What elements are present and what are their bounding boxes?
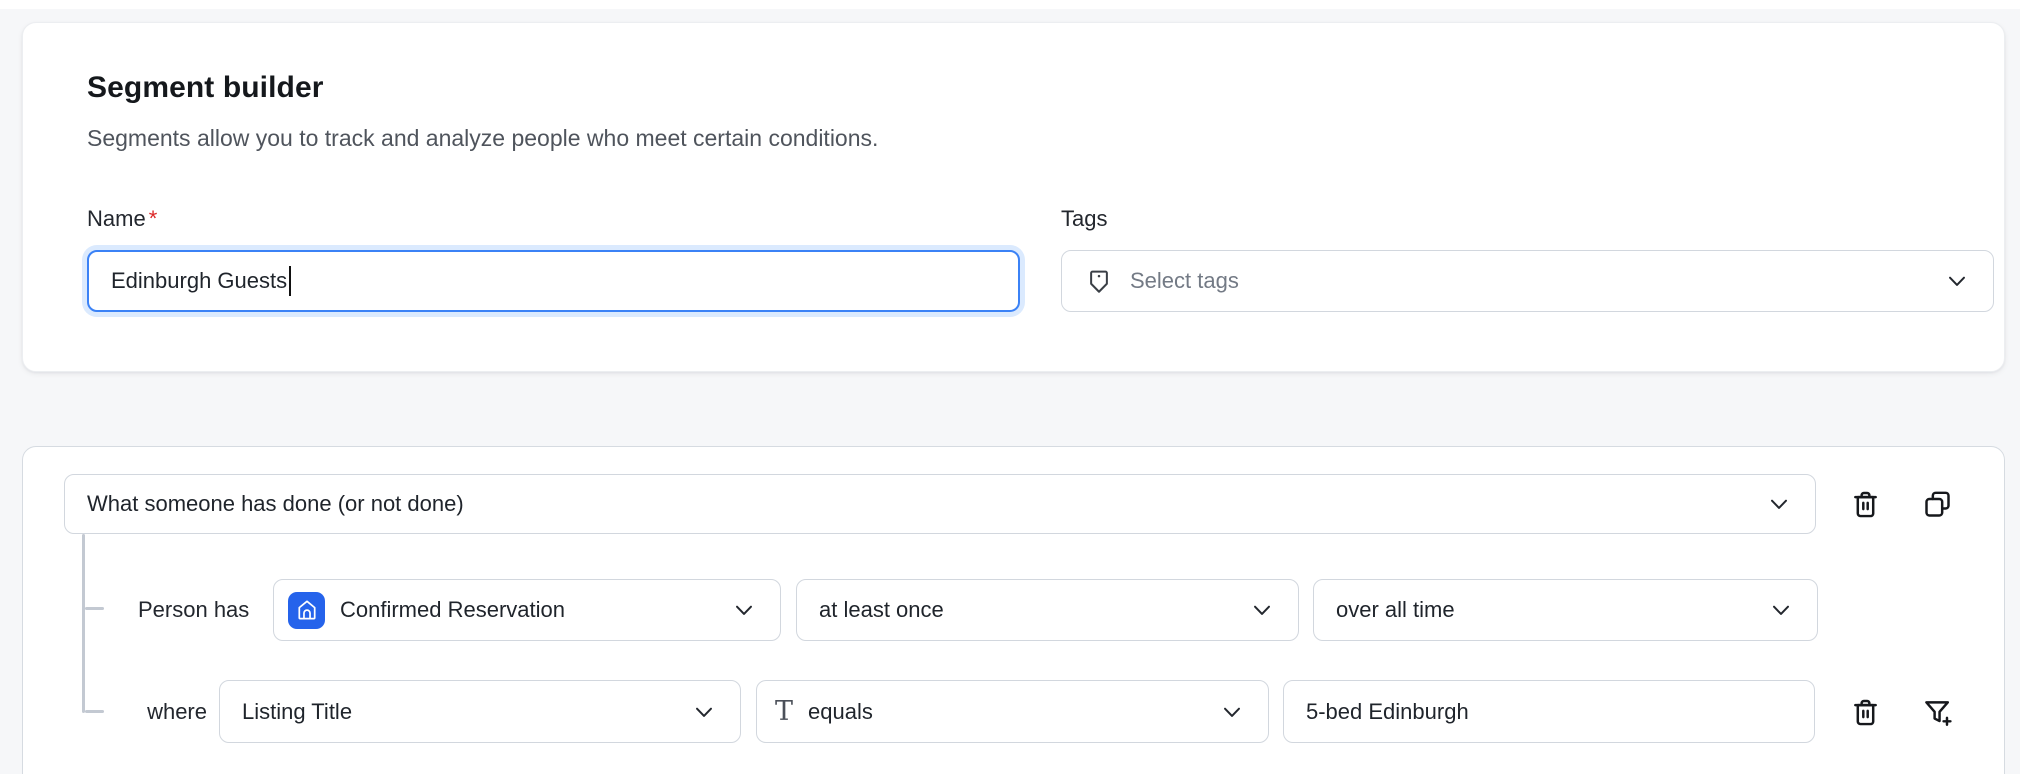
page-title: Segment builder: [87, 71, 324, 105]
chevron-down-icon: [730, 596, 758, 624]
house-icon: [288, 592, 325, 629]
top-divider: [0, 0, 2020, 9]
filter-value-input[interactable]: 5-bed Edinburgh: [1283, 680, 1815, 743]
trash-icon: [1849, 696, 1882, 729]
name-input[interactable]: Edinburgh Guests: [87, 250, 1020, 312]
tree-connector-branch: [85, 710, 104, 713]
time-window-value: over all time: [1336, 597, 1455, 623]
segment-builder-screen: Segment builder Segments allow you to tr…: [0, 0, 2020, 774]
page-subtitle: Segments allow you to track and analyze …: [87, 125, 878, 152]
property-select-value: Listing Title: [242, 699, 352, 725]
chevron-down-icon: [1248, 596, 1276, 624]
tags-label: Tags: [1061, 206, 1107, 232]
tags-placeholder: Select tags: [1130, 268, 1239, 294]
segment-details-card: Segment builder Segments allow you to tr…: [22, 22, 2005, 372]
time-window-select[interactable]: over all time: [1313, 579, 1818, 641]
tags-label-text: Tags: [1061, 206, 1107, 231]
tags-select[interactable]: Select tags: [1061, 250, 1994, 312]
chevron-down-icon: [1943, 267, 1971, 295]
copy-icon: [1921, 488, 1954, 521]
text-cursor: [289, 266, 291, 296]
add-filter-button[interactable]: [1915, 690, 1959, 734]
chevron-down-icon: [1767, 596, 1795, 624]
name-label-text: Name: [87, 206, 146, 231]
condition-type-select[interactable]: What someone has done (or not done): [64, 474, 1816, 534]
where-row-prefix: where: [113, 680, 207, 743]
tag-icon: [1084, 266, 1114, 296]
text-type-icon: T: [775, 698, 793, 725]
condition-type-value: What someone has done (or not done): [87, 491, 464, 517]
event-select[interactable]: Confirmed Reservation: [273, 579, 781, 641]
event-select-value: Confirmed Reservation: [340, 597, 565, 623]
operator-select[interactable]: T equals: [756, 680, 1269, 743]
tree-connector-line: [82, 534, 85, 713]
event-row-prefix: Person has: [138, 579, 268, 641]
conditions-card: What someone has done (or not done): [22, 446, 2005, 774]
required-asterisk: *: [149, 206, 158, 231]
tree-connector-branch: [85, 607, 104, 610]
chevron-down-icon: [1765, 490, 1793, 518]
delete-condition-button[interactable]: [1843, 482, 1887, 526]
chevron-down-icon: [1218, 698, 1246, 726]
delete-filter-button[interactable]: [1843, 690, 1887, 734]
filter-value-text: 5-bed Edinburgh: [1306, 699, 1469, 725]
frequency-select[interactable]: at least once: [796, 579, 1299, 641]
frequency-select-value: at least once: [819, 597, 944, 623]
property-select[interactable]: Listing Title: [219, 680, 741, 743]
name-label: Name*: [87, 206, 157, 232]
chevron-down-icon: [690, 698, 718, 726]
duplicate-condition-button[interactable]: [1915, 482, 1959, 526]
filter-plus-icon: [1921, 696, 1954, 729]
name-input-value: Edinburgh Guests: [111, 268, 287, 294]
trash-icon: [1849, 488, 1882, 521]
operator-select-value: equals: [808, 699, 873, 725]
